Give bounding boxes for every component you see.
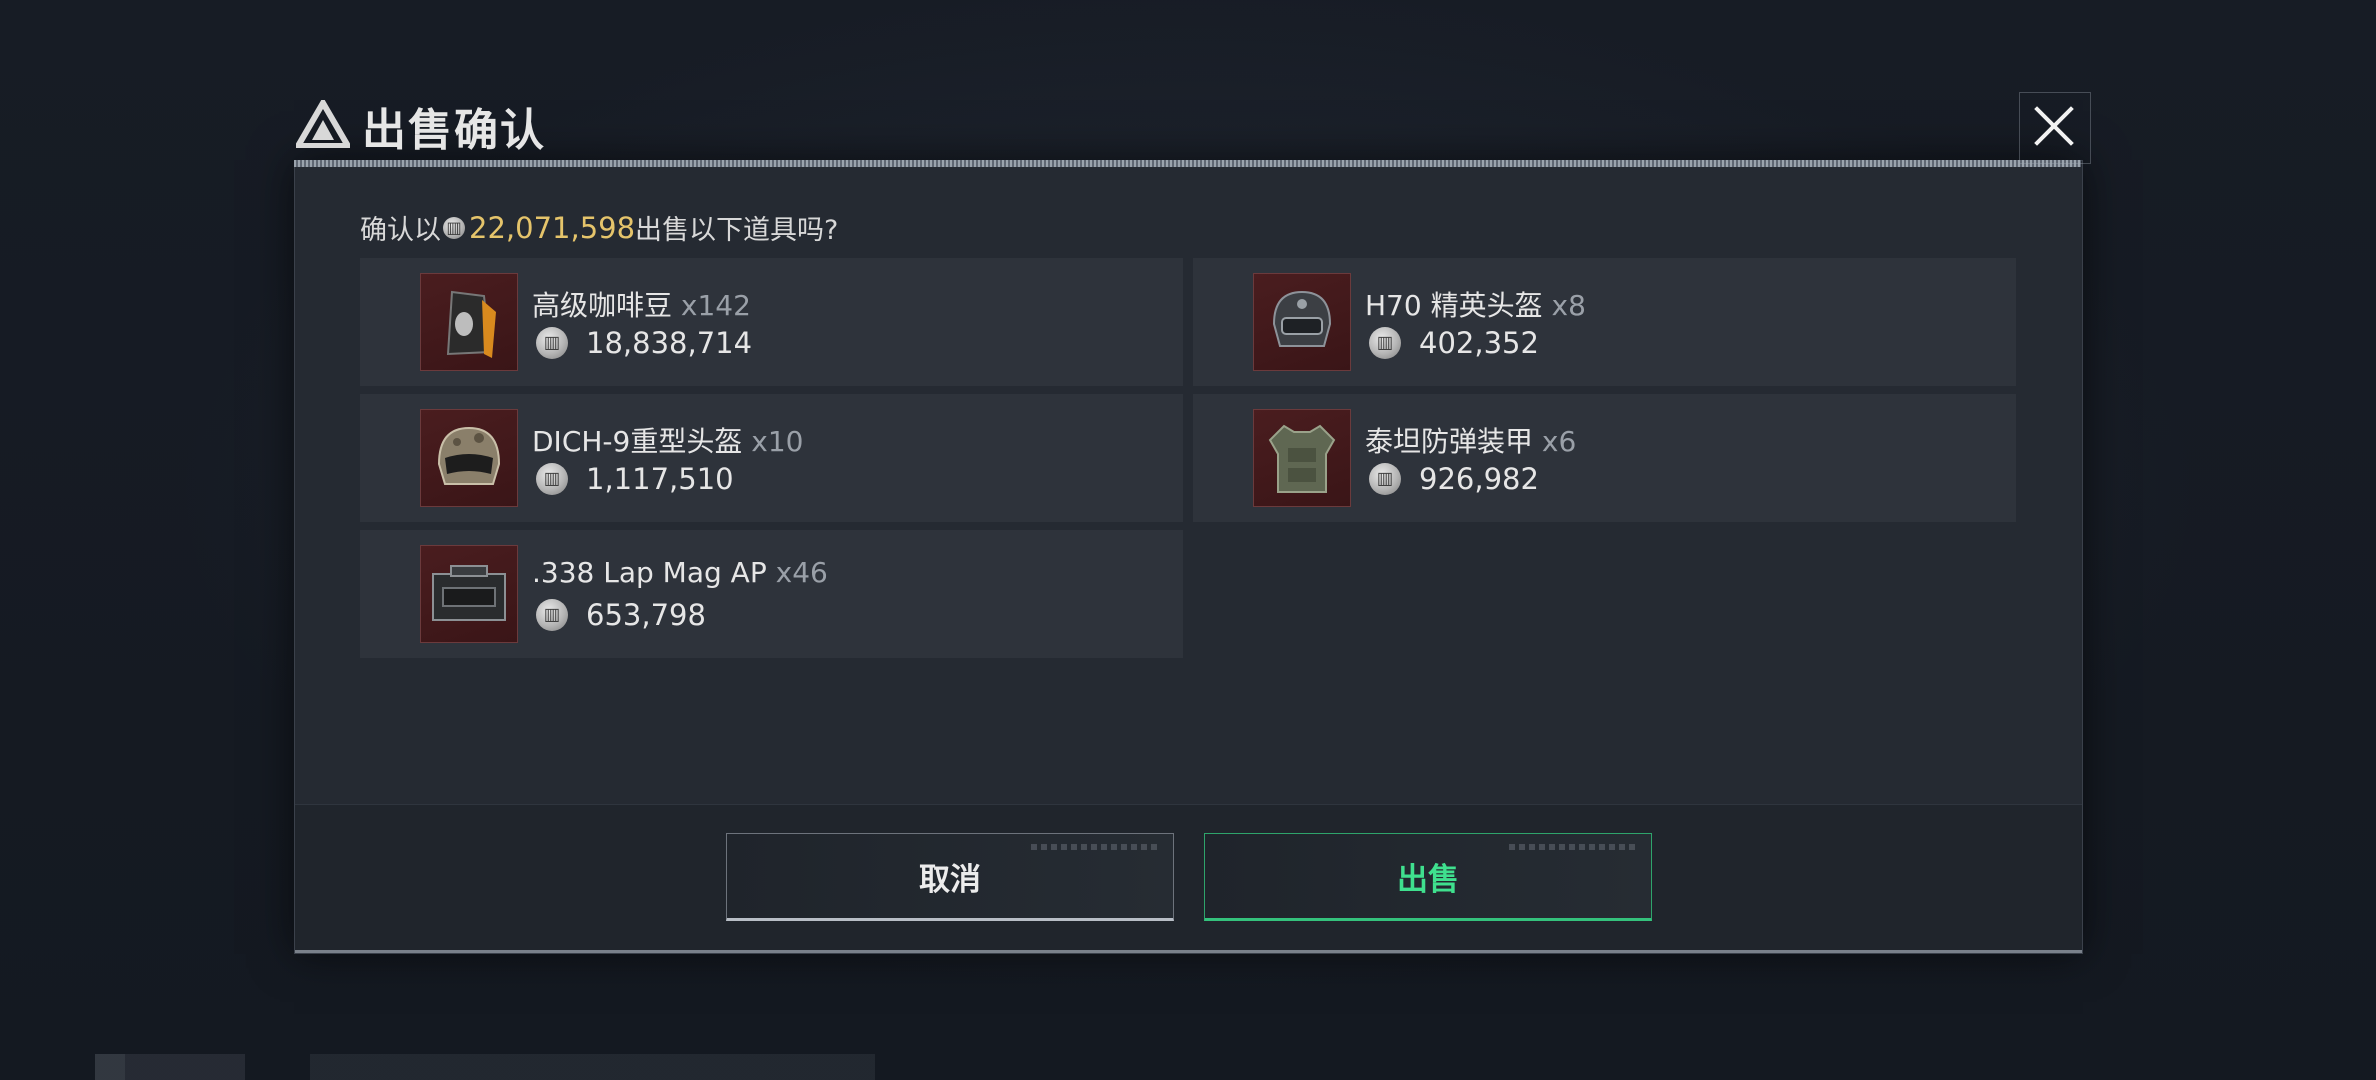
dialog-title: 出售确认 [362,105,546,156]
item-price: 1,117,510 [536,462,734,496]
coin-icon [536,599,568,631]
sell-button-label: 出售 [1397,861,1459,898]
item-price-value: 926,982 [1419,462,1539,496]
item-price-value: 402,352 [1419,326,1539,360]
item-card[interactable]: 泰坦防弹装甲 x6 926,982 [1193,394,2016,522]
item-quantity: x8 [1551,289,1586,322]
prompt-prefix: 确认以 [360,215,441,246]
item-name: H70 精英头盔 [1365,289,1543,322]
item-name: 高级咖啡豆 [532,289,673,322]
item-name: 泰坦防弹装甲 [1365,425,1534,458]
close-icon[interactable] [2024,96,2084,156]
background-hud-strip [95,1054,875,1080]
item-name-line: .338 Lap Mag AP x46 [532,556,828,589]
dialog-bottom-border [295,950,2082,953]
delta-logo-icon [296,100,350,148]
item-price: 18,838,714 [536,326,752,360]
item-quantity: x6 [1541,425,1577,458]
item-name-line: DICH-9重型头盔 x10 [532,420,803,460]
item-card[interactable]: .338 Lap Mag AP x46 653,798 [360,530,1183,658]
cancel-button-label: 取消 [919,861,981,898]
sell-prompt: 确认以 22,071,598 出售以下道具吗? [360,208,838,247]
sell-button[interactable]: 出售 [1204,833,1652,921]
item-quantity: x10 [751,425,804,458]
title-divider [294,160,2081,167]
ammo-box-icon [420,545,518,643]
item-name: DICH-9重型头盔 [532,425,743,458]
dialog-footer [295,804,2082,953]
coin-icon [536,327,568,359]
item-name-line: H70 精英头盔 x8 [1365,284,1586,324]
coin-icon [443,216,465,239]
body-armor-icon [1253,409,1351,507]
item-name-line: 泰坦防弹装甲 x6 [1365,420,1576,460]
button-decoration [1031,844,1161,850]
item-price: 926,982 [1369,462,1539,496]
coffee-beans-icon [420,273,518,371]
cancel-button[interactable]: 取消 [726,833,1174,921]
prompt-suffix: 出售以下道具吗? [635,215,839,246]
item-quantity: x46 [775,556,828,589]
helmet-icon [1253,273,1351,371]
coin-icon [536,463,568,495]
item-price-value: 18,838,714 [586,326,753,360]
item-quantity: x142 [680,289,751,322]
item-card[interactable]: 高级咖啡豆 x142 18,838,714 [360,258,1183,386]
item-name: .338 Lap Mag AP [532,556,767,589]
coin-icon [1369,463,1401,495]
total-amount: 22,071,598 [469,210,636,245]
item-card[interactable]: H70 精英头盔 x8 402,352 [1193,258,2016,386]
item-name-line: 高级咖啡豆 x142 [532,284,751,324]
coin-icon [1369,327,1401,359]
item-price-value: 653,798 [586,598,706,632]
button-decoration [1509,844,1639,850]
item-price: 653,798 [536,598,706,632]
item-price: 402,352 [1369,326,1539,360]
heavy-helmet-icon [420,409,518,507]
item-price-value: 1,117,510 [586,462,734,496]
item-card[interactable]: DICH-9重型头盔 x10 1,117,510 [360,394,1183,522]
